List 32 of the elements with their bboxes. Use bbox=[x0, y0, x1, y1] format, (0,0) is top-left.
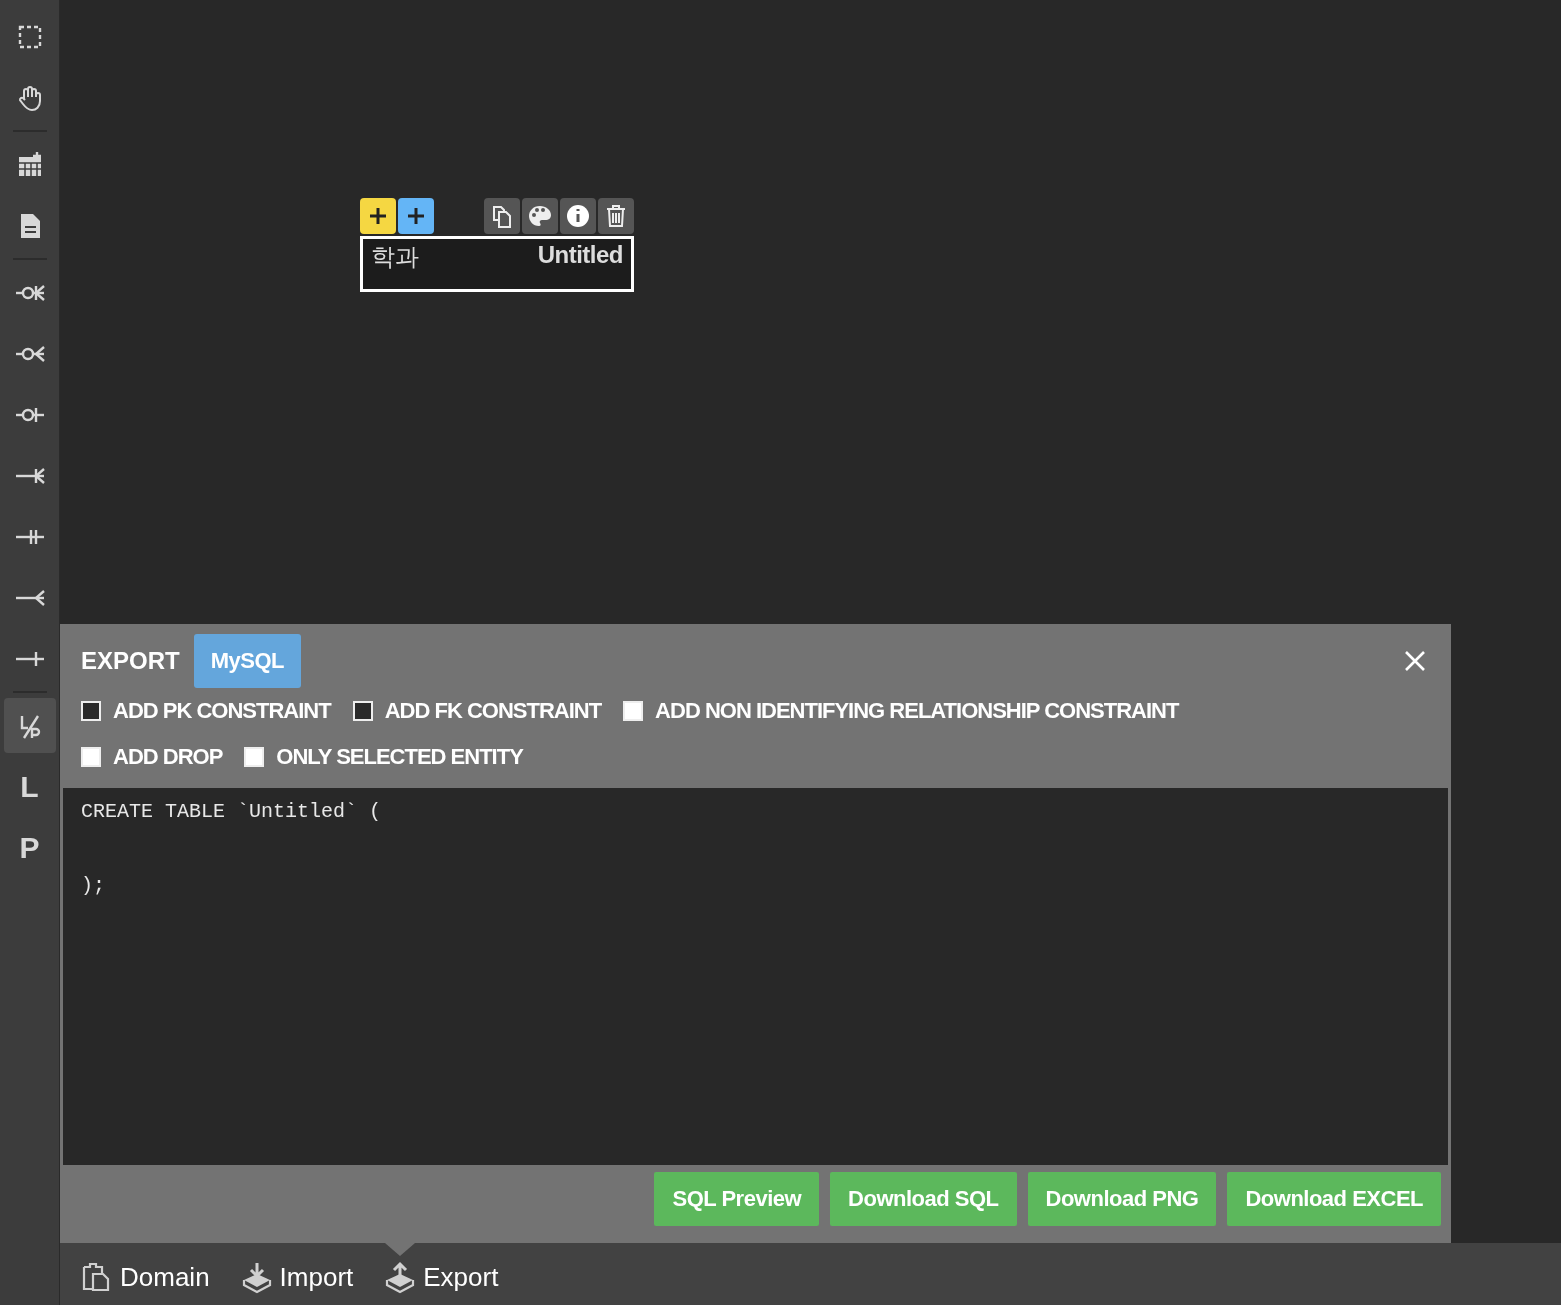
identify-toggle-tool-button[interactable] bbox=[3, 698, 56, 753]
option-checkbox[interactable]: ADD FK CONSTRAINT bbox=[352, 698, 602, 724]
action-button[interactable]: Download PNG bbox=[1027, 1172, 1217, 1226]
palette-icon bbox=[527, 203, 553, 229]
option-checkbox[interactable]: ADD PK CONSTRAINT bbox=[81, 698, 331, 724]
bottom-tab[interactable]: Domain bbox=[80, 1243, 210, 1305]
info-icon bbox=[565, 203, 591, 229]
entity-name: 학과 bbox=[371, 242, 419, 272]
option-checkbox[interactable]: ADD DROP bbox=[81, 744, 223, 770]
plus-icon bbox=[367, 205, 389, 227]
close-icon bbox=[1403, 649, 1427, 673]
add-column-button[interactable] bbox=[360, 198, 396, 234]
option-checkbox[interactable]: ONLY SELECTED ENTITY bbox=[244, 744, 523, 770]
action-button[interactable]: SQL Preview bbox=[654, 1172, 820, 1226]
action-button[interactable]: Download EXCEL bbox=[1227, 1172, 1441, 1226]
entity-box[interactable]: 학과 Untitled bbox=[360, 236, 634, 292]
sql-code: CREATE TABLE `Untitled` ( ); bbox=[63, 788, 1448, 1165]
option-checkbox[interactable]: ADD NON IDENTIFYING RELATIONSHIP CONSTRAINT bbox=[623, 698, 1179, 724]
action-button[interactable]: Download SQL bbox=[830, 1172, 1017, 1226]
bottom-tab[interactable]: Export bbox=[383, 1243, 499, 1305]
add-column-button[interactable] bbox=[398, 198, 434, 234]
info-button[interactable] bbox=[560, 198, 596, 234]
trash-button[interactable] bbox=[598, 198, 634, 234]
bottom-tab[interactable]: Import bbox=[239, 1243, 354, 1305]
entity-comment: Untitled bbox=[537, 241, 623, 269]
letter-tool-button[interactable]: P bbox=[3, 820, 56, 875]
panel-title: EXPORT bbox=[81, 647, 180, 675]
letter-tool-button[interactable]: L bbox=[3, 759, 56, 814]
copy-button[interactable] bbox=[484, 198, 520, 234]
database-tab[interactable]: MySQL bbox=[193, 634, 301, 688]
palette-button[interactable] bbox=[522, 198, 558, 234]
plus-icon bbox=[405, 205, 427, 227]
